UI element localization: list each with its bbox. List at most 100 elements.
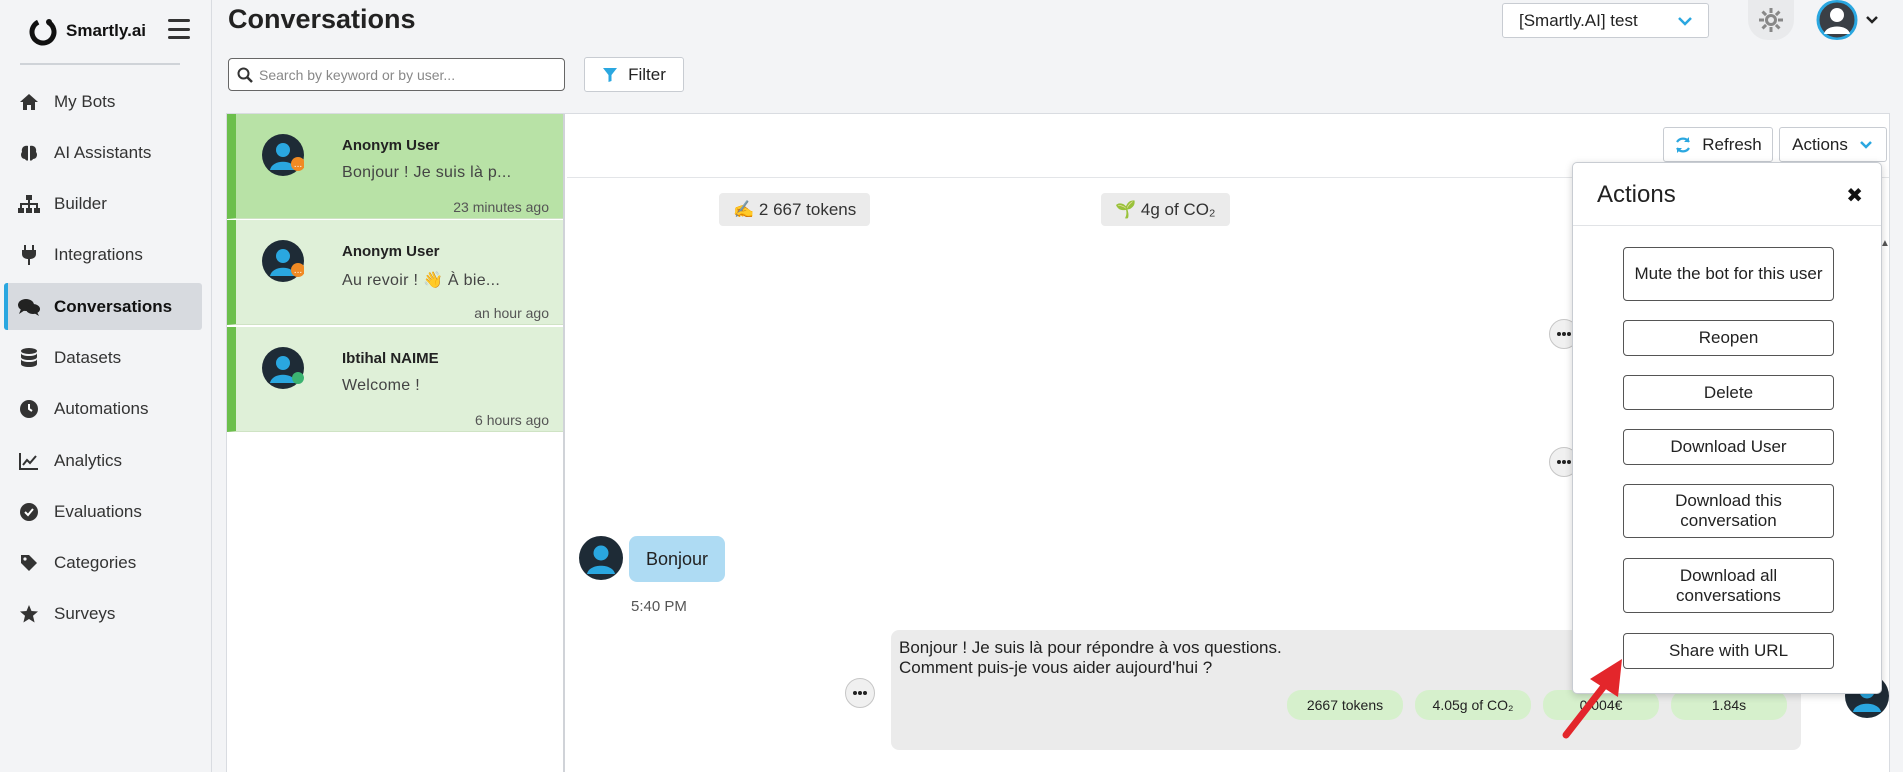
hamburger-menu-icon[interactable] xyxy=(168,19,190,39)
brand-name: Smartly.ai xyxy=(66,21,147,40)
sidebar-item-label: Categories xyxy=(54,553,137,573)
sidebar-item-label: Builder xyxy=(54,194,107,214)
sidebar-item-label: Datasets xyxy=(54,347,122,367)
sidebar-item-builder[interactable]: Builder xyxy=(4,181,202,228)
check-circle-icon xyxy=(18,501,40,523)
actions-popover-title: Actions xyxy=(1597,181,1676,208)
search-box xyxy=(228,58,565,91)
sidebar-item-analytics[interactable]: Analytics xyxy=(4,437,202,484)
conversation-preview: Au revoir ! 👋 À bie... xyxy=(342,272,501,289)
message-time: 5:40 PM xyxy=(631,598,687,615)
sidebar-item-automations[interactable]: Automations xyxy=(4,386,202,433)
user-avatar-button[interactable] xyxy=(1814,0,1860,40)
star-icon xyxy=(18,603,40,625)
annotation-arrow-icon xyxy=(1562,659,1622,739)
sidebar-item-label: Automations xyxy=(54,399,149,419)
sidebar-item-label: Integrations xyxy=(54,245,143,265)
chevron-down-icon xyxy=(1678,17,1692,26)
actions-popover: Actions ✖ Mute the bot for this user Reo… xyxy=(1572,162,1882,694)
list-item[interactable]: ... Anonym User Au revoir ! 👋 À bie... a… xyxy=(227,220,563,325)
download-conversation-button[interactable]: Download this conversation xyxy=(1623,484,1834,538)
home-icon xyxy=(18,91,40,113)
latency-stat-badge: 1.84s xyxy=(1671,690,1787,720)
sidebar-item-my-bots[interactable]: My Bots xyxy=(4,78,202,125)
conversation-time: an hour ago xyxy=(474,305,549,321)
user-avatar-icon: ... xyxy=(262,134,304,176)
conversation-user-name: Anonym User xyxy=(342,137,440,154)
list-item[interactable]: Ibtihal NAIME Welcome ! 6 hours ago xyxy=(227,327,563,432)
close-icon[interactable]: ✖ xyxy=(1846,183,1863,208)
conversation-preview: Bonjour ! Je suis là p... xyxy=(342,164,512,181)
sidebar-item-label: My Bots xyxy=(54,91,116,111)
database-icon xyxy=(18,347,40,369)
actions-button[interactable]: Actions xyxy=(1779,127,1887,162)
svg-text:...: ... xyxy=(294,160,303,170)
plug-icon xyxy=(18,244,40,266)
svg-text:...: ... xyxy=(294,266,303,276)
brand[interactable]: Smartly.ai xyxy=(28,16,146,46)
page-title: Conversations xyxy=(228,4,416,34)
conversation-time: 23 minutes ago xyxy=(453,199,549,215)
conversation-time: 6 hours ago xyxy=(475,412,549,428)
actions-label: Actions xyxy=(1792,134,1848,154)
filter-label: Filter xyxy=(628,64,666,84)
sidebar-item-integrations[interactable]: Integrations xyxy=(4,232,202,279)
search-input[interactable] xyxy=(259,66,549,83)
share-url-button[interactable]: Share with URL xyxy=(1623,633,1834,669)
refresh-button[interactable]: Refresh xyxy=(1663,127,1773,162)
tag-icon xyxy=(18,552,40,574)
filter-button[interactable]: Filter xyxy=(584,57,684,92)
list-item[interactable]: ... Anonym User Bonjour ! Je suis là p..… xyxy=(227,114,563,219)
chevron-down-icon xyxy=(1859,140,1872,149)
message-options-button[interactable] xyxy=(845,678,875,708)
sidebar: Smartly.ai My Bots AI Assistants Builder… xyxy=(0,0,212,772)
sidebar-item-datasets[interactable]: Datasets xyxy=(4,334,202,381)
comments-icon xyxy=(18,296,40,318)
refresh-label: Refresh xyxy=(1702,134,1762,154)
sidebar-nav: My Bots AI Assistants Builder Integratio… xyxy=(4,78,202,642)
tokens-summary-badge: ✍️ 2 667 tokens xyxy=(719,193,871,226)
bot-message-line: Bonjour ! Je suis là pour répondre à vos… xyxy=(899,638,1282,657)
sidebar-item-surveys[interactable]: Surveys xyxy=(4,591,202,638)
brand-divider xyxy=(20,63,180,65)
sidebar-item-ai-assistants[interactable]: AI Assistants xyxy=(4,129,202,176)
sidebar-item-label: Evaluations xyxy=(54,501,142,521)
conversation-list: ... Anonym User Bonjour ! Je suis là p..… xyxy=(227,114,565,772)
ellipsis-icon xyxy=(1557,460,1571,464)
clock-icon xyxy=(18,398,40,420)
tokens-stat-badge: 2667 tokens xyxy=(1287,690,1403,720)
sidebar-item-label: AI Assistants xyxy=(54,142,152,162)
theme-toggle-button[interactable] xyxy=(1748,0,1794,40)
co2-summary-badge: 🌱 4g of CO₂ xyxy=(1101,193,1230,226)
user-avatar-icon xyxy=(262,347,304,389)
search-icon xyxy=(237,67,253,83)
co2-stat-badge: 4.05g of CO₂ xyxy=(1415,690,1531,720)
chevron-down-icon[interactable] xyxy=(1864,12,1880,28)
sidebar-item-label: Conversations xyxy=(54,296,173,316)
bot-message-text: Bonjour ! Je suis là pour répondre à vos… xyxy=(899,638,1282,678)
mute-bot-button[interactable]: Mute the bot for this user xyxy=(1623,247,1834,301)
divider xyxy=(1573,225,1881,226)
filter-icon xyxy=(603,67,618,82)
user-avatar-icon xyxy=(579,536,623,580)
download-user-button[interactable]: Download User xyxy=(1623,429,1834,465)
delete-button[interactable]: Delete xyxy=(1623,375,1834,410)
chart-line-icon xyxy=(18,450,40,472)
user-message-bubble: Bonjour xyxy=(629,536,725,582)
sidebar-item-label: Surveys xyxy=(54,604,116,624)
sitemap-icon xyxy=(18,193,40,215)
conversation-user-name: Ibtihal NAIME xyxy=(342,350,439,367)
smartly-logo-icon xyxy=(29,18,57,46)
sidebar-item-label: Analytics xyxy=(54,450,123,470)
user-avatar-icon: ... xyxy=(262,240,304,282)
brain-icon xyxy=(18,142,40,164)
bot-select[interactable]: [Smartly.AI] test xyxy=(1502,3,1709,38)
sidebar-item-conversations[interactable]: Conversations xyxy=(4,283,202,331)
sidebar-item-evaluations[interactable]: Evaluations xyxy=(4,488,202,535)
sidebar-item-categories[interactable]: Categories xyxy=(4,540,202,587)
ellipsis-icon xyxy=(1557,332,1571,336)
download-all-conversations-button[interactable]: Download all conversations xyxy=(1623,558,1834,613)
reopen-button[interactable]: Reopen xyxy=(1623,320,1834,356)
gear-icon xyxy=(1759,8,1783,32)
bot-message-line: Comment puis-je vous aider aujourd'hui ? xyxy=(899,658,1213,677)
